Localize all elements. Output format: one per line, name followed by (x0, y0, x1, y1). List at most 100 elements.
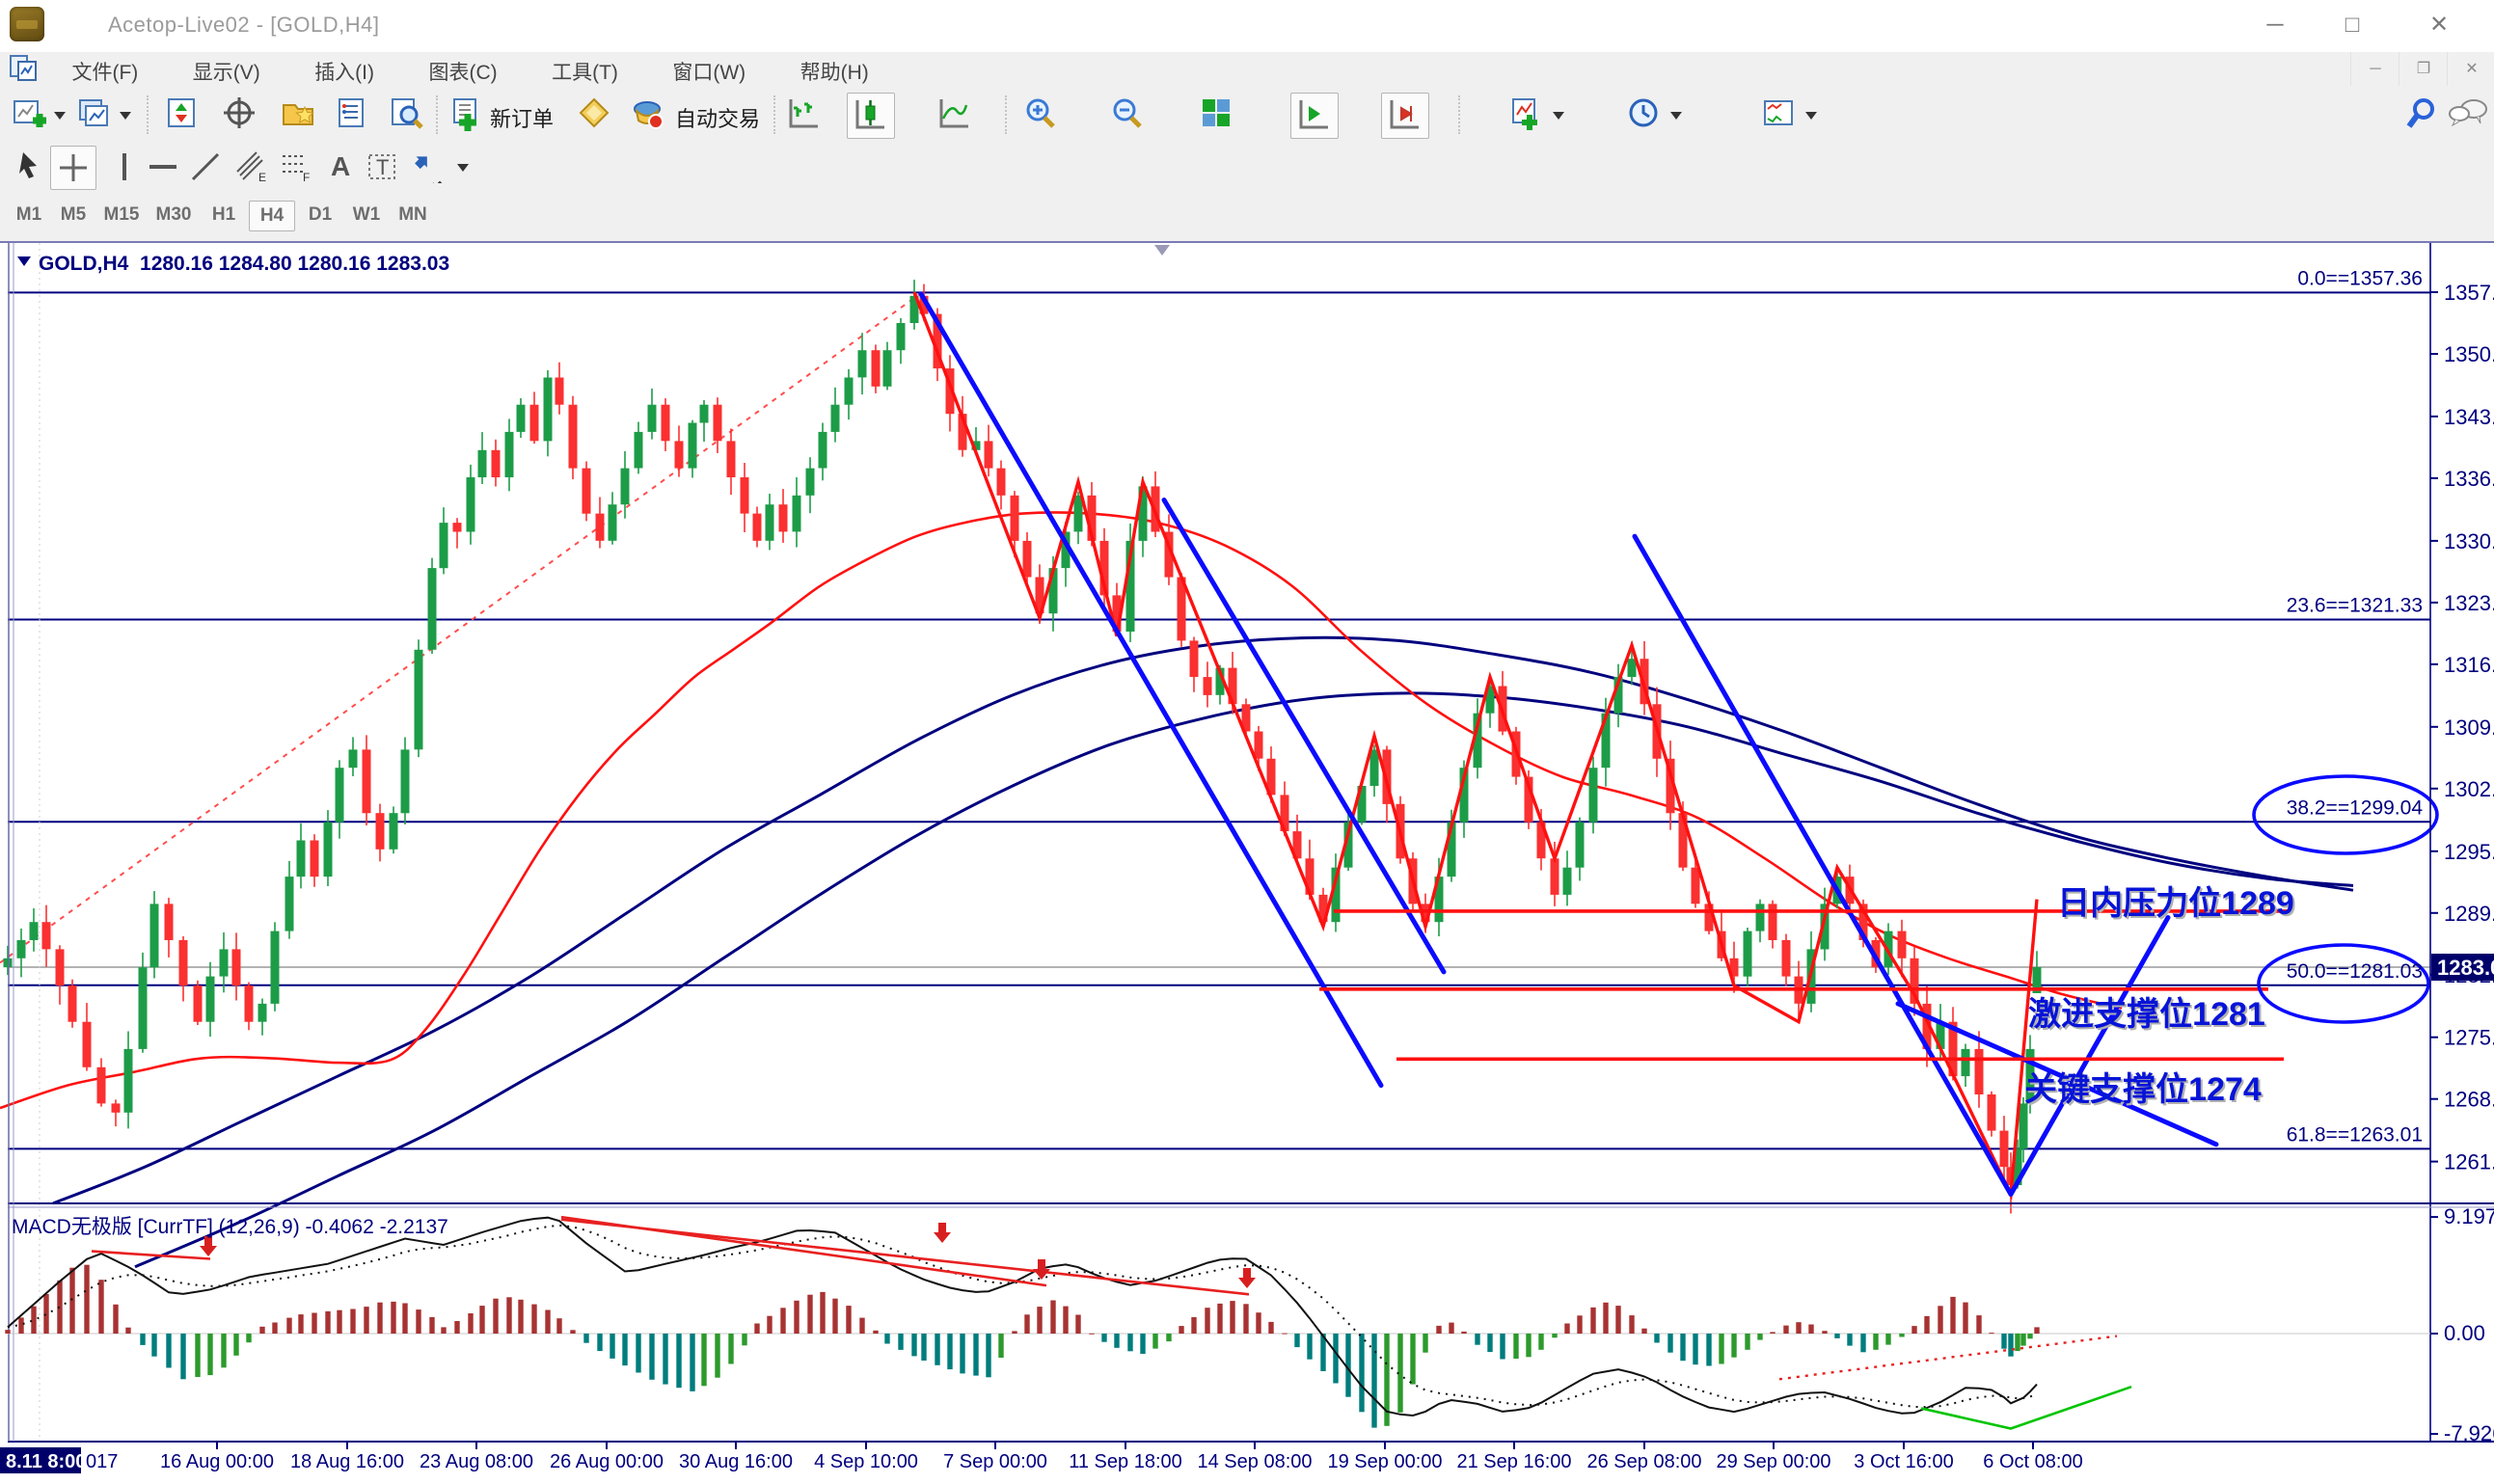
ma-fast (0, 512, 2122, 1108)
fibonacci-button[interactable]: F (280, 150, 312, 183)
text-label-button[interactable]: T (366, 150, 399, 183)
svg-text:1302.70: 1302.70 (2444, 777, 2494, 801)
menu-window[interactable]: 窗口(W) (647, 52, 771, 86)
metaeditor-button[interactable] (579, 97, 613, 132)
chart-canvas[interactable]: 日内压力位1289日内压力位1289激进支撑位1281激进支撑位1281关键支撑… (0, 241, 2494, 1479)
tf-h4[interactable]: H4 (249, 201, 295, 231)
search-icon[interactable] (2405, 97, 2440, 132)
price-axis[interactable]: 1357.401350.601343.701336.901330.001323.… (2430, 243, 2494, 1442)
drawing-toolbar: E F A T (0, 143, 2494, 191)
templates-button[interactable] (1763, 97, 1798, 132)
svg-text:61.8==1263.01: 61.8==1263.01 (2287, 1123, 2423, 1146)
svg-text:29 Sep 00:00: 29 Sep 00:00 (1717, 1451, 1831, 1472)
svg-text:0.00: 0.00 (2444, 1321, 2485, 1345)
tf-d1[interactable]: D1 (299, 201, 341, 229)
navigator-button[interactable] (282, 97, 316, 132)
indicators-button[interactable] (1510, 97, 1545, 132)
arrows-caret-icon[interactable] (457, 164, 469, 172)
templates-caret-icon[interactable] (1805, 112, 1817, 120)
svg-text:-7.9264: -7.9264 (2444, 1421, 2494, 1445)
menu-view[interactable]: 显示(V) (168, 52, 285, 86)
chart-window[interactable]: 日内压力位1289日内压力位1289激进支撑位1281激进支撑位1281关键支撑… (0, 241, 2494, 1479)
vertical-line-button[interactable] (108, 150, 141, 183)
maximize-button[interactable]: □ (2324, 6, 2380, 44)
macd-red-dotted-line[interactable] (1779, 1336, 2117, 1380)
svg-text:E: E (258, 171, 266, 183)
horizontal-line-button[interactable] (147, 150, 179, 183)
svg-text:1289.00: 1289.00 (2444, 902, 2494, 926)
strategy-tester-button[interactable] (390, 97, 424, 132)
tf-m1[interactable]: M1 (8, 201, 50, 229)
autotrading-label[interactable]: 自动交易 (675, 102, 760, 133)
new-order-label[interactable]: 新订单 (490, 102, 554, 133)
tile-windows-button[interactable] (1201, 97, 1235, 132)
date-axis[interactable]: 16 Aug 00:0018 Aug 16:0023 Aug 08:0026 A… (0, 1442, 2083, 1473)
equidistant-channel-button[interactable]: E (235, 150, 268, 183)
svg-text:T: T (376, 155, 389, 179)
text-button[interactable]: A (324, 150, 357, 183)
ma-slow-1 (53, 637, 2353, 1203)
arrows-button[interactable] (415, 150, 447, 183)
tf-m15[interactable]: M15 (96, 201, 147, 229)
new-chart-button[interactable] (14, 97, 48, 132)
svg-text:1357.40: 1357.40 (2444, 281, 2494, 305)
menu-help[interactable]: 帮助(H) (775, 52, 894, 86)
new-chart-caret-icon[interactable] (54, 112, 66, 120)
shift-marker-icon[interactable] (1154, 245, 1170, 256)
svg-text:MACD无极版 [CurrTF] (12,26,9) -0.: MACD无极版 [CurrTF] (12,26,9) -0.4062 -2.21… (12, 1216, 448, 1238)
data-window-button[interactable] (224, 97, 258, 132)
toolbar-separator (147, 95, 149, 134)
macd-histogram (5, 1265, 2430, 1428)
close-button[interactable]: ✕ (2411, 6, 2467, 44)
periods-caret-icon[interactable] (1670, 112, 1682, 120)
svg-text:4 Sep 10:00: 4 Sep 10:00 (814, 1451, 918, 1472)
minimize-button[interactable]: ─ (2247, 6, 2303, 44)
candles (4, 280, 2042, 1213)
chat-icon[interactable] (2448, 97, 2482, 132)
svg-text:1330.00: 1330.00 (2444, 529, 2494, 553)
menu-tools[interactable]: 工具(T) (527, 52, 643, 86)
menu-file[interactable]: 文件(F) (46, 52, 163, 86)
chart-shift-button[interactable] (1381, 93, 1429, 139)
chart-document-icon (10, 55, 39, 82)
symbol-ohlc-header: GOLD,H4 1280.16 1284.80 1280.16 1283.03 (17, 253, 449, 275)
svg-text:关键支撑位1274: 关键支撑位1274 (2024, 1071, 2262, 1108)
profiles-caret-icon[interactable] (120, 112, 131, 120)
macd-axis[interactable]: 9.19770.00-7.9264 (2430, 1204, 2494, 1445)
tf-mn[interactable]: MN (392, 201, 434, 229)
new-order-button[interactable] (449, 97, 484, 132)
auto-scroll-button[interactable] (1290, 93, 1339, 139)
candlestick-chart-button[interactable] (847, 93, 895, 139)
periods-button[interactable] (1628, 97, 1663, 132)
tf-m30[interactable]: M30 (149, 201, 199, 229)
crosshair-button[interactable] (50, 146, 96, 190)
zoom-out-button[interactable] (1111, 97, 1146, 132)
svg-text:F: F (303, 171, 310, 183)
cursor-button[interactable] (14, 150, 46, 183)
tf-w1[interactable]: W1 (345, 201, 388, 229)
profiles-button[interactable] (77, 97, 112, 132)
menu-insert[interactable]: 插入(I) (289, 52, 399, 86)
macd-green-line[interactable] (1921, 1387, 2131, 1428)
toolbar-separator (1005, 95, 1007, 134)
indicators-caret-icon[interactable] (1553, 112, 1564, 120)
terminal-button[interactable] (336, 97, 370, 132)
zoom-in-button[interactable] (1024, 97, 1059, 132)
menu-charts[interactable]: 图表(C) (403, 52, 522, 86)
mdi-restore-button[interactable]: ❐ (2399, 52, 2448, 86)
dotted-trendline[interactable] (0, 293, 921, 963)
mdi-minimize-button[interactable]: ─ (2350, 52, 2399, 86)
line-chart-button[interactable] (937, 97, 972, 132)
tf-h1[interactable]: H1 (203, 201, 245, 229)
trendline-button[interactable] (189, 150, 222, 183)
bar-chart-button[interactable] (787, 97, 822, 132)
autotrading-button[interactable] (632, 97, 666, 132)
toolbar-separator (773, 95, 775, 134)
market-watch-button[interactable] (166, 97, 201, 132)
svg-text:23 Aug 08:00: 23 Aug 08:00 (420, 1451, 533, 1472)
svg-text:A: A (331, 151, 350, 181)
mdi-close-button[interactable]: ✕ (2447, 52, 2494, 86)
tf-m5[interactable]: M5 (52, 201, 95, 229)
svg-text:21 Sep 16:00: 21 Sep 16:00 (1457, 1451, 1572, 1472)
app-icon (10, 7, 44, 41)
